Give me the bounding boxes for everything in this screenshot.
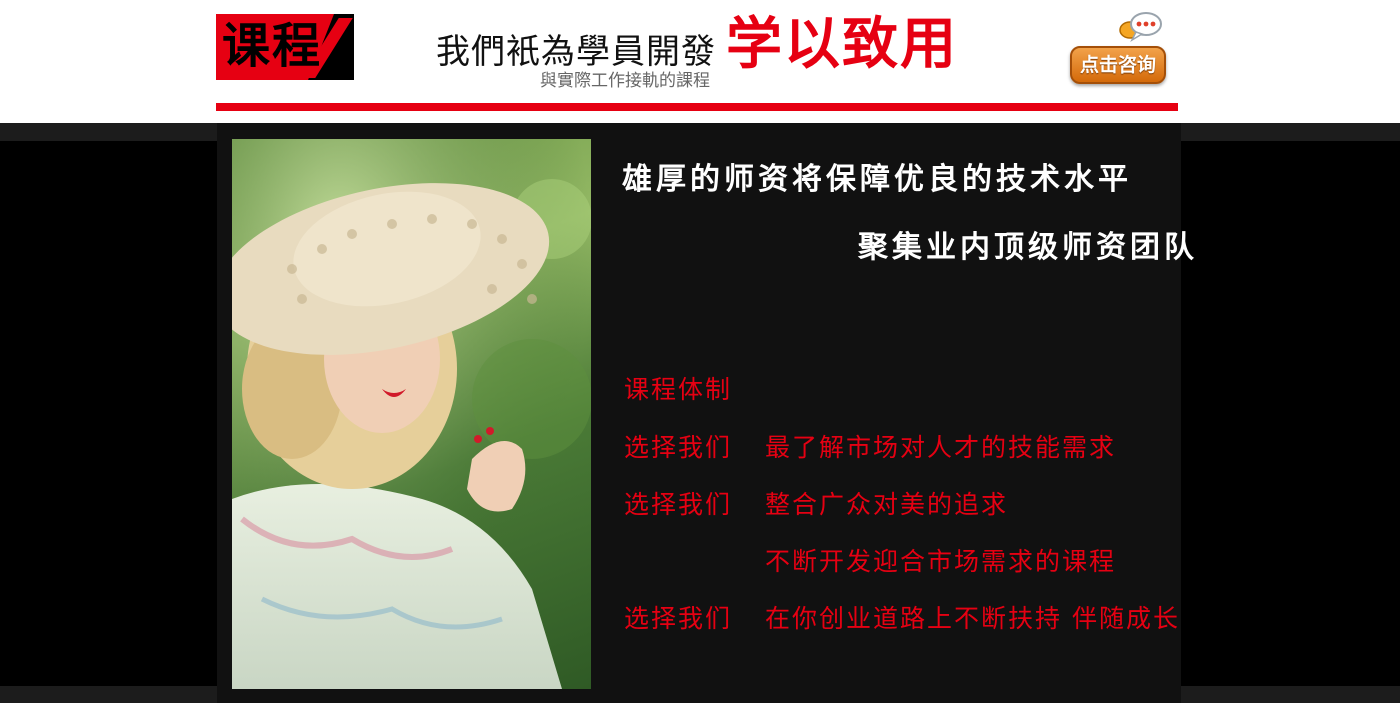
row-text: 在你创业道路上不断扶持 伴随成长 [765,604,1180,633]
header-divider [216,103,1178,111]
slogan-main: 我們衹為學員開發 [436,32,716,72]
row-label: 选择我们 [624,433,733,462]
slogan-accent: 学以致用 [726,12,958,77]
slogan-subtitle: 與實際工作接軌的課程 [540,71,710,90]
model-photo-illustration [232,139,591,689]
chat-bubble-icon[interactable] [1118,10,1164,46]
row-text: 最了解市场对人才的技能需求 [765,433,1117,462]
row-text: 整合广众对美的追求 [765,490,1009,519]
consult-button[interactable]: 点击咨询 [1070,46,1166,84]
course-logo: 课程 [216,14,354,80]
headline-secondary: 聚集业内顶级师资团队 [858,230,1198,265]
page-header: 课程 我們衹為學員開發 学以致用 與實際工作接軌的課程 点击咨询 [0,0,1400,123]
headline-primary: 雄厚的师资将保障优良的技术水平 [622,162,1132,197]
row-label: 选择我们 [624,490,733,519]
row-label: 选择我们 [624,604,733,633]
row-text: 不断开发迎合市场需求的课程 [765,547,1117,576]
model-photo [232,139,591,689]
logo-text: 课程 [222,18,323,74]
section-title: 课程体制 [624,375,733,404]
